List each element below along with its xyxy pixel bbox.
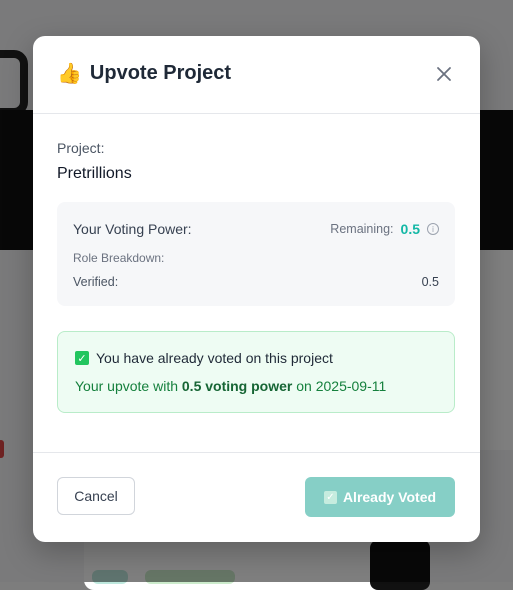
remaining-power: Remaining: 0.5 i <box>330 221 439 237</box>
voted-message: You have already voted on this project <box>96 350 333 366</box>
modal-title-text: Upvote Project <box>89 62 232 84</box>
info-icon[interactable]: i <box>427 223 439 235</box>
close-icon <box>437 67 451 81</box>
close-button[interactable] <box>436 66 452 82</box>
thumbs-up-icon: 👍 <box>57 62 82 85</box>
voted-detail-power: 0.5 voting power <box>181 378 293 394</box>
voting-power-title: Your Voting Power: <box>73 221 192 237</box>
verified-role-label: Verified: <box>73 275 119 289</box>
role-breakdown-label: Role Breakdown: <box>73 251 165 265</box>
remaining-label: Remaining: <box>330 222 394 236</box>
voted-detail-date: on 2025-09-11 <box>296 378 387 394</box>
upvote-modal: 👍 Upvote Project Project: Pretrillions Y… <box>33 36 480 542</box>
voted-detail-prefix: Your upvote with <box>75 378 178 394</box>
modal-header: 👍 Upvote Project <box>33 36 480 114</box>
remaining-value: 0.5 <box>400 221 420 237</box>
modal-footer: Cancel ✓ Already Voted <box>33 453 480 542</box>
modal-body: Project: Pretrillions Your Voting Power:… <box>33 114 480 453</box>
checkbox-checked-icon: ✓ <box>323 490 337 504</box>
verified-role-value: 0.5 <box>421 275 439 289</box>
modal-title: 👍 Upvote Project <box>57 62 231 85</box>
project-label: Project: <box>57 140 105 156</box>
already-voted-label: Already Voted <box>342 489 437 505</box>
voted-detail: Your upvote with 0.5 voting power on 202… <box>75 378 386 394</box>
project-name: Pretrillions <box>57 165 132 182</box>
checkbox-checked-icon: ✓ <box>75 351 89 365</box>
already-voted-notice: ✓ You have already voted on this project… <box>57 331 455 413</box>
already-voted-button: ✓ Already Voted <box>305 477 455 517</box>
cancel-button[interactable]: Cancel <box>57 477 135 515</box>
voting-power-panel: Your Voting Power: Remaining: 0.5 i Role… <box>57 202 455 306</box>
voted-message-row: ✓ You have already voted on this project <box>75 350 333 366</box>
